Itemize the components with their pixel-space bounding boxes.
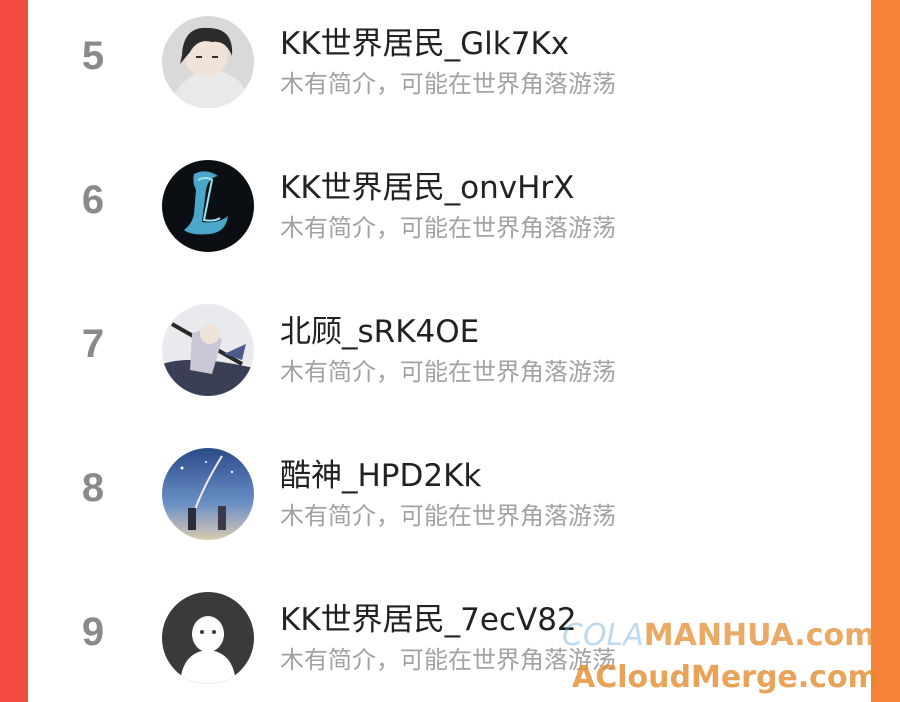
username[interactable]: KK世界居民_Glk7Kx <box>280 18 569 63</box>
user-bio: 木有简介，可能在世界角落游荡 <box>280 214 616 242</box>
anime-boy-avatar-icon[interactable] <box>162 16 254 108</box>
user-bio: 木有简介，可能在世界角落游荡 <box>280 646 616 674</box>
rank-number: 7 <box>81 322 105 366</box>
default-ghost-avatar-icon[interactable] <box>162 592 254 684</box>
list-item[interactable]: 6 KK世界居民_onvHrX 木有简介，可能在世界角落游荡 <box>28 150 871 252</box>
list-item[interactable]: 7 北顾_sRK4OE 木有简介，可能在世界角落游荡 <box>28 294 871 396</box>
starry-sky-avatar-icon[interactable] <box>162 448 254 540</box>
anime-warrior-avatar-icon[interactable] <box>162 304 254 396</box>
username[interactable]: 北顾_sRK4OE <box>280 306 479 351</box>
user-bio: 木有简介，可能在世界角落游荡 <box>280 502 616 530</box>
ranking-panel: 5 KK世界居民_Glk7Kx 木有简介，可能在世界角落游荡 6 KK世界居民_… <box>28 0 871 702</box>
letter-l-avatar-icon[interactable] <box>162 160 254 252</box>
username[interactable]: 酷神_HPD2Kk <box>280 450 481 495</box>
list-item[interactable]: 9 KK世界居民_7ecV82 木有简介，可能在世界角落游荡 <box>28 582 871 684</box>
username[interactable]: KK世界居民_7ecV82 <box>280 594 577 639</box>
list-item[interactable]: 5 KK世界居民_Glk7Kx 木有简介，可能在世界角落游荡 <box>28 6 871 108</box>
list-item[interactable]: 8 酷神_HPD2Kk 木有简介，可能在世界角落游荡 <box>28 438 871 540</box>
user-bio: 木有简介，可能在世界角落游荡 <box>280 358 616 386</box>
user-bio: 木有简介，可能在世界角落游荡 <box>280 70 616 98</box>
rank-number: 6 <box>81 178 105 222</box>
rank-number: 9 <box>81 610 105 654</box>
username[interactable]: KK世界居民_onvHrX <box>280 162 574 207</box>
rank-number: 8 <box>81 466 105 510</box>
rank-number: 5 <box>81 34 105 78</box>
